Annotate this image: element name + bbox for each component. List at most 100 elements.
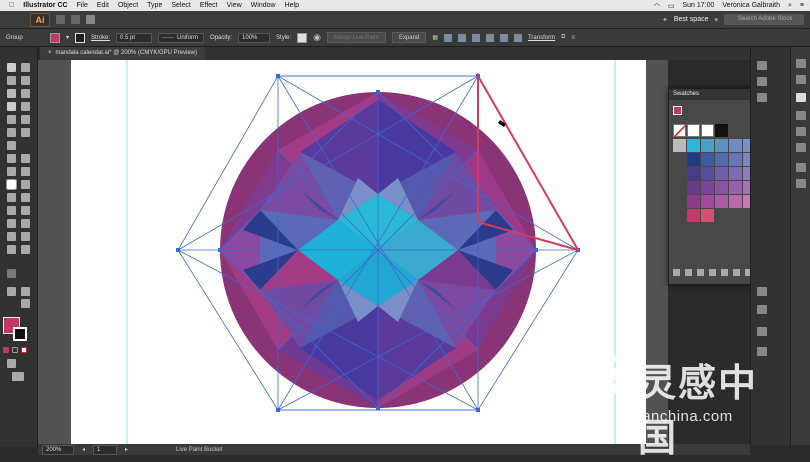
apple-icon[interactable]:  (9, 2, 14, 9)
tab-close-icon[interactable]: × (48, 47, 52, 60)
layers-panel-icon[interactable] (796, 163, 806, 172)
symbol-sprayer-icon[interactable] (7, 219, 16, 228)
color-swatch[interactable] (729, 167, 742, 180)
library-menu-icon[interactable] (673, 269, 680, 276)
user-name[interactable]: Veronica Galbraith (722, 2, 780, 9)
color-swatch[interactable] (715, 167, 728, 180)
direct-selection-tool-icon[interactable] (21, 63, 30, 72)
brushes-icon[interactable] (757, 61, 767, 70)
appearance-panel-icon[interactable] (796, 143, 806, 152)
cloud-library-icon[interactable] (697, 269, 704, 276)
prev-artboard-icon[interactable]: ◂ (82, 446, 85, 453)
lasso-icon[interactable] (21, 76, 30, 85)
color-mode-icon[interactable] (3, 347, 9, 353)
menu-type[interactable]: Type (147, 2, 162, 9)
symbols-icon[interactable] (757, 77, 767, 86)
menu-effect[interactable]: Effect (200, 2, 218, 9)
color-swatch[interactable] (729, 195, 742, 208)
stroke-profile-select[interactable]: —— Uniform (158, 32, 205, 43)
new-group-icon[interactable] (733, 269, 740, 276)
blend-tool-icon[interactable] (21, 206, 30, 215)
clock[interactable]: Sun 17:00 (682, 2, 714, 9)
expand-button[interactable]: Expand (391, 32, 427, 43)
drawing-mode-icon[interactable] (7, 359, 16, 368)
screen-mode-icon[interactable] (12, 372, 24, 381)
fill-swatch[interactable] (50, 32, 60, 43)
menu-help[interactable]: Help (285, 2, 299, 9)
gradient-tool-icon[interactable] (21, 193, 30, 202)
scale-tool-icon[interactable] (21, 154, 30, 163)
line-tool-icon[interactable] (21, 102, 30, 111)
notification-icon[interactable]: ≡ (800, 2, 804, 9)
opacity-field[interactable]: 100% (238, 32, 271, 43)
color-swatch[interactable] (687, 139, 700, 152)
gradient-panel-icon[interactable] (796, 111, 806, 120)
zoom-field[interactable]: 200% (42, 444, 74, 455)
transform-link[interactable]: Transform (528, 35, 555, 41)
brush-panel-icon[interactable] (757, 327, 767, 336)
spotlight-icon[interactable]: ⌕ (788, 2, 792, 10)
show-kinds-icon[interactable] (685, 269, 692, 276)
mesh-tool-icon[interactable] (7, 193, 16, 202)
shaper-tool-icon[interactable] (7, 128, 16, 137)
color-panel-icon[interactable] (796, 75, 806, 84)
type-tool-icon[interactable] (7, 102, 16, 111)
gradient-mode-icon[interactable] (12, 347, 18, 353)
eyedropper-icon[interactable] (7, 206, 16, 215)
hand-tool-icon[interactable] (21, 287, 30, 296)
color-swatch[interactable] (687, 181, 700, 194)
color-swatch[interactable] (715, 153, 728, 166)
white-swatch[interactable] (701, 124, 714, 137)
eraser-icon[interactable] (7, 141, 16, 150)
next-artboard-icon[interactable]: ▸ (125, 446, 128, 453)
color-group-folder-icon[interactable] (673, 139, 686, 152)
stock-search-input[interactable]: Search Adobe Stock (724, 14, 804, 25)
swatches-panel-title[interactable]: Swatches (673, 89, 699, 100)
live-paint-bucket-icon[interactable] (6, 179, 17, 190)
current-fill-swatch[interactable] (673, 106, 682, 115)
lightbulb-icon[interactable]: ✦ (662, 16, 668, 24)
menu-edit[interactable]: Edit (97, 2, 109, 9)
pencil-icon[interactable] (21, 128, 30, 137)
wifi-icon[interactable]: ◠ (654, 2, 660, 10)
color-swatch[interactable] (715, 195, 728, 208)
registration-swatch[interactable] (687, 124, 700, 137)
swatches-panel-icon[interactable] (796, 93, 806, 102)
slice-tool-icon[interactable] (21, 232, 30, 241)
app-menu[interactable]: Illustrator CC (23, 2, 67, 9)
column-graph-icon[interactable] (21, 219, 30, 228)
stroke-weight-field[interactable]: 0.5 pt (116, 32, 153, 43)
menu-object[interactable]: Object (118, 2, 138, 9)
color-swatch[interactable] (729, 181, 742, 194)
isolate-group-icon[interactable]: ⧉ (561, 34, 565, 41)
swatch-options-icon[interactable] (709, 269, 716, 276)
align-center-icon[interactable] (457, 33, 466, 42)
color-swatch[interactable] (687, 167, 700, 180)
black-swatch[interactable] (715, 124, 728, 137)
none-mode-icon[interactable] (21, 347, 27, 353)
color-swatch[interactable] (729, 139, 742, 152)
curvature-tool-icon[interactable] (21, 89, 30, 98)
color-swatch[interactable] (701, 139, 714, 152)
stroke-color-swatch[interactable] (13, 327, 27, 341)
color-swatch[interactable] (701, 195, 714, 208)
graphic-styles-icon[interactable] (757, 93, 767, 102)
none-swatch[interactable] (673, 124, 686, 137)
artboard-number[interactable]: 1 (93, 444, 118, 455)
graphic-style-swatch[interactable] (297, 32, 308, 43)
selection-tool-icon[interactable] (7, 63, 16, 72)
color-swatch[interactable] (701, 167, 714, 180)
color-swatch[interactable] (701, 153, 714, 166)
merge-live-paint-button[interactable]: Merge Live Paint (326, 32, 386, 43)
paintbrush-icon[interactable] (21, 115, 30, 124)
color-swatch[interactable] (729, 153, 742, 166)
color-swatch[interactable] (701, 181, 714, 194)
color-swatch[interactable] (687, 209, 700, 222)
color-swatch[interactable] (715, 139, 728, 152)
artboards-panel-icon[interactable] (796, 179, 806, 188)
pencil-panel-icon[interactable] (757, 305, 767, 314)
width-tool-icon[interactable] (7, 167, 16, 176)
color-swatch[interactable] (687, 195, 700, 208)
magic-wand-icon[interactable] (7, 76, 16, 85)
color-group-icon[interactable] (721, 269, 728, 276)
